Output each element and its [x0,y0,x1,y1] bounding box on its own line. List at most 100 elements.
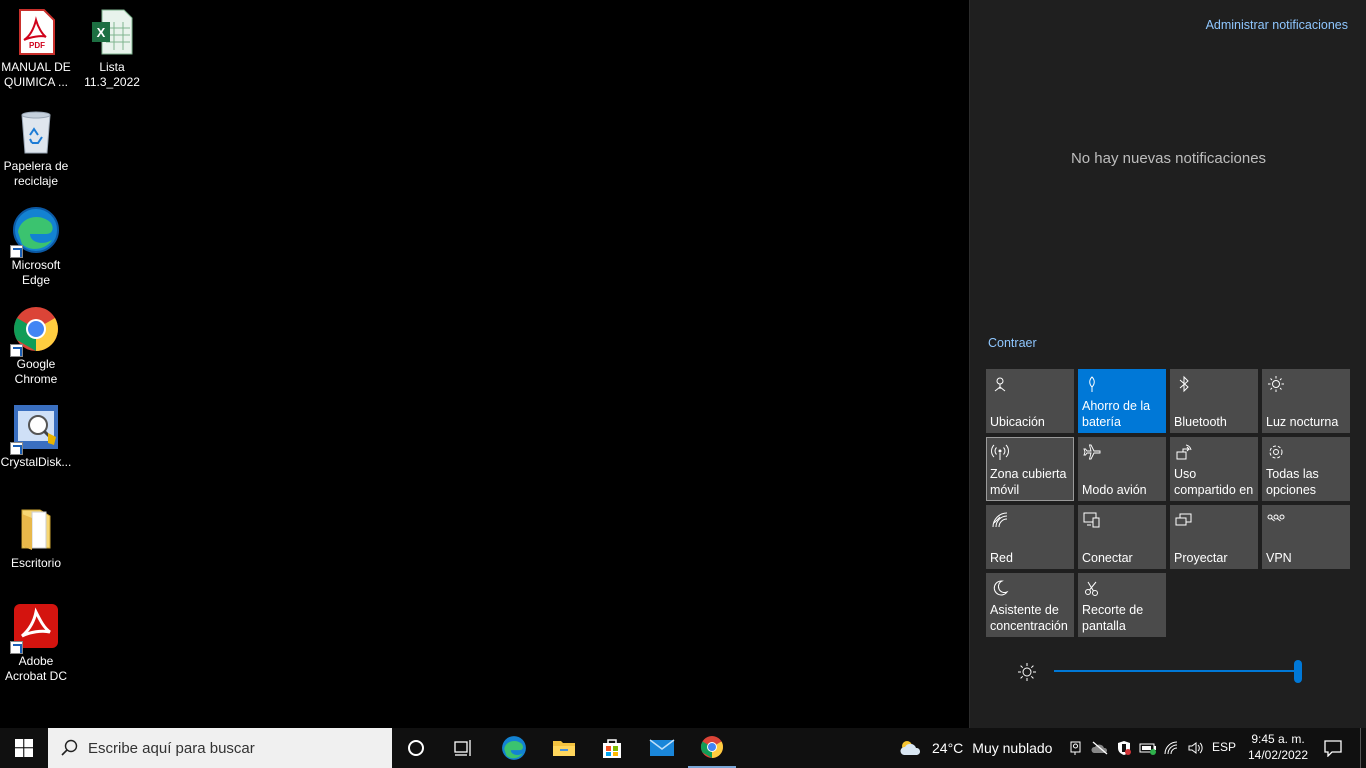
windows-logo-icon [15,739,33,757]
action-center-button[interactable] [1310,728,1356,768]
crystaldisk-icon [10,403,60,455]
system-tray [1064,728,1208,768]
shortcut-arrow-icon [10,641,23,654]
tile-zona-cubierta-movil[interactable]: Zona cubierta móvil [986,437,1074,501]
tile-ahorro-bateria[interactable]: Ahorro de la batería [1078,369,1166,433]
recycle-bin-icon [12,107,60,155]
project-icon [1175,513,1192,526]
cortana-icon [408,740,424,756]
taskbar-file-explorer[interactable] [540,728,588,768]
taskbar: Escribe aquí para buscar 24°C Muy nublad… [0,728,1366,768]
svg-text:X: X [97,25,106,40]
tile-todas-opciones[interactable]: Todas las opciones [1262,437,1350,501]
notification-icon [1324,740,1342,757]
language-indicator[interactable]: ESP [1212,740,1236,754]
search-box[interactable]: Escribe aquí para buscar [48,728,392,768]
tile-bluetooth[interactable]: Bluetooth [1170,369,1258,433]
tray-item[interactable] [1088,728,1112,768]
desktop-icon-label: Adobe Acrobat DC [4,654,68,683]
tile-luz-nocturna[interactable]: Luz nocturna [1262,369,1350,433]
task-view-button[interactable] [440,728,488,768]
tray-item[interactable] [1136,728,1160,768]
tile-proyectar[interactable]: Proyectar [1170,505,1258,569]
show-desktop-button[interactable] [1360,728,1366,768]
acrobat-icon [10,602,60,654]
tile-label: Uso compartido en [1174,467,1254,497]
taskbar-store[interactable] [588,728,636,768]
weather-description: Muy nublado [972,740,1053,756]
taskbar-mail[interactable] [638,728,686,768]
cortana-button[interactable] [392,728,440,768]
desktop-icon-label: Escritorio [10,556,61,570]
bluetooth-icon [1179,375,1189,393]
tile-recorte-pantalla[interactable]: Recorte de pantalla [1078,573,1166,637]
taskbar-edge[interactable] [490,728,538,768]
desktop-icon-edge[interactable]: Microsoft Edge [0,206,72,288]
weather-temperature: 24°C [932,740,964,756]
tile-red[interactable]: Red [986,505,1074,569]
clock[interactable]: 9:45 a. m. 14/02/2022 [1242,731,1314,763]
start-button[interactable] [0,728,48,768]
search-icon [61,739,78,756]
tile-uso-compartido[interactable]: Uso compartido en [1170,437,1258,501]
brightness-slider-thumb[interactable] [1294,660,1302,683]
tile-label: VPN [1266,551,1292,565]
desktop-icon-escritorio[interactable]: Escritorio [0,504,72,571]
tile-label: Proyectar [1174,551,1228,565]
battery-icon [1139,743,1156,755]
shortcut-arrow-icon [10,245,23,258]
edge-icon [502,736,526,760]
tray-item[interactable] [1160,728,1184,768]
desktop-icon-acrobat[interactable]: Adobe Acrobat DC [0,602,72,684]
tile-label: Ubicación [990,415,1045,429]
tile-label: Recorte de pantalla [1082,603,1144,633]
security-shield-icon [1118,741,1131,755]
collapse-link[interactable]: Contraer [988,336,1037,350]
tile-ubicacion[interactable]: Ubicación [986,369,1074,433]
mobile-hotspot-icon [991,444,1009,460]
manage-notifications-link[interactable]: Administrar notificaciones [1206,18,1348,32]
vpn-icon [1267,514,1285,522]
desktop-icon-label: Papelera de reciclaje [3,159,69,188]
desktop-icon-label: CrystalDisk... [0,455,72,469]
tray-item[interactable] [1112,728,1136,768]
airplane-icon [1083,444,1101,460]
tile-label: Zona cubierta móvil [990,467,1067,497]
taskbar-chrome[interactable] [688,728,736,768]
desktop-icon-recycle-bin[interactable]: Papelera de reciclaje [0,107,72,189]
weather-widget[interactable]: 24°C Muy nublado [898,728,1052,768]
tile-label: Ahorro de la batería [1082,399,1151,429]
shortcut-arrow-icon [10,344,23,357]
settings-icon [1269,445,1283,459]
tray-item[interactable] [1184,728,1208,768]
wifi-icon [1164,741,1178,755]
battery-saver-icon [1089,376,1095,392]
cloud-offline-icon [1091,741,1108,755]
tile-asistente-concentracion[interactable]: Asistente de concentración [986,573,1074,637]
shortcut-arrow-icon [10,442,23,455]
chrome-icon [10,305,60,357]
chrome-icon [701,736,723,758]
brightness-control [969,650,1366,694]
edge-icon [10,206,60,258]
tile-label: Modo avión [1082,483,1147,497]
network-icon [992,512,1008,528]
desktop-icon-manual-quimica[interactable]: PDF MANUAL DE QUIMICA ... [0,8,72,90]
night-light-icon [1268,376,1284,392]
desktop-icon-crystaldisk[interactable]: CrystalDisk... [0,403,72,470]
no-notifications-text: No hay nuevas notificaciones [1070,150,1267,167]
brightness-slider-track[interactable] [1054,670,1298,672]
desktop-icon-label: Lista 11.3_2022 [84,60,140,89]
tile-conectar[interactable]: Conectar [1078,505,1166,569]
svg-text:PDF: PDF [29,41,45,50]
tile-modo-avion[interactable]: Modo avión [1078,437,1166,501]
tile-label: Bluetooth [1174,415,1227,429]
desktop-icon-chrome[interactable]: Google Chrome [0,305,72,387]
people-icon [1070,741,1081,755]
desktop-icon-label: MANUAL DE QUIMICA ... [1,60,71,89]
folder-icon [12,504,60,552]
desktop-icon-lista[interactable]: X Lista 11.3_2022 [76,8,148,90]
brightness-icon [1018,663,1036,681]
tray-item[interactable] [1064,728,1088,768]
tile-vpn[interactable]: VPN [1262,505,1350,569]
